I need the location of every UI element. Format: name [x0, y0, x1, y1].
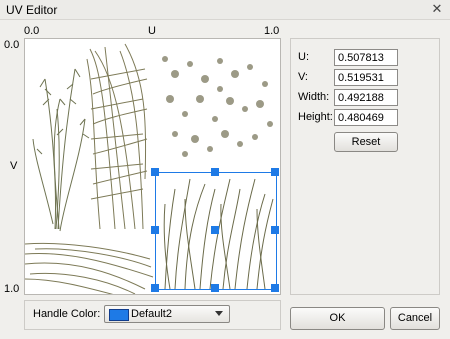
u-axis-label: U [148, 25, 156, 37]
grass-stalk-sprite [32, 68, 90, 232]
v-axis-min-label: 0.0 [4, 39, 20, 51]
grass-strip-sprite [25, 242, 154, 294]
u-axis-min-label: 0.0 [24, 25, 40, 37]
selection-handle-bottom-center[interactable] [211, 284, 219, 292]
selection-handle-top-right[interactable] [271, 168, 279, 176]
selection-handle-bottom-right[interactable] [271, 284, 279, 292]
handle-color-label: Handle Color: [33, 308, 101, 320]
window-title: UV Editor [6, 3, 58, 17]
u-label: U: [298, 51, 309, 63]
height-field[interactable] [334, 109, 398, 126]
uv-canvas[interactable] [24, 38, 281, 295]
u-axis-max-label: 1.0 [264, 25, 280, 37]
selection-handle-bottom-left[interactable] [151, 284, 159, 292]
width-label: Width: [298, 91, 330, 103]
title-bar [0, 0, 450, 20]
cancel-button[interactable]: Cancel [390, 307, 440, 330]
close-icon[interactable]: ✕ [430, 1, 444, 17]
v-axis-label: V [10, 160, 18, 172]
v-field[interactable] [334, 69, 398, 86]
selection-handle-center[interactable] [211, 226, 219, 234]
width-field[interactable] [334, 89, 398, 106]
handle-color-value: Default2 [131, 308, 172, 320]
flower-scatter-sprite [162, 56, 273, 157]
selection-handle-middle-left[interactable] [151, 226, 159, 234]
height-label: Height: [298, 111, 333, 123]
color-swatch [109, 309, 129, 321]
reset-button[interactable]: Reset [334, 132, 398, 152]
selection-handle-middle-right[interactable] [271, 226, 279, 234]
selection-handle-top-left[interactable] [151, 168, 159, 176]
selection-handle-top-center[interactable] [211, 168, 219, 176]
u-field[interactable] [334, 49, 398, 66]
v-axis-max-label: 1.0 [4, 283, 20, 295]
chevron-down-icon [215, 311, 223, 316]
v-label: V: [298, 71, 308, 83]
handle-color-dropdown[interactable]: Default2 [104, 305, 230, 323]
ok-button[interactable]: OK [290, 307, 385, 330]
grass-clump-sprite [86, 43, 148, 230]
